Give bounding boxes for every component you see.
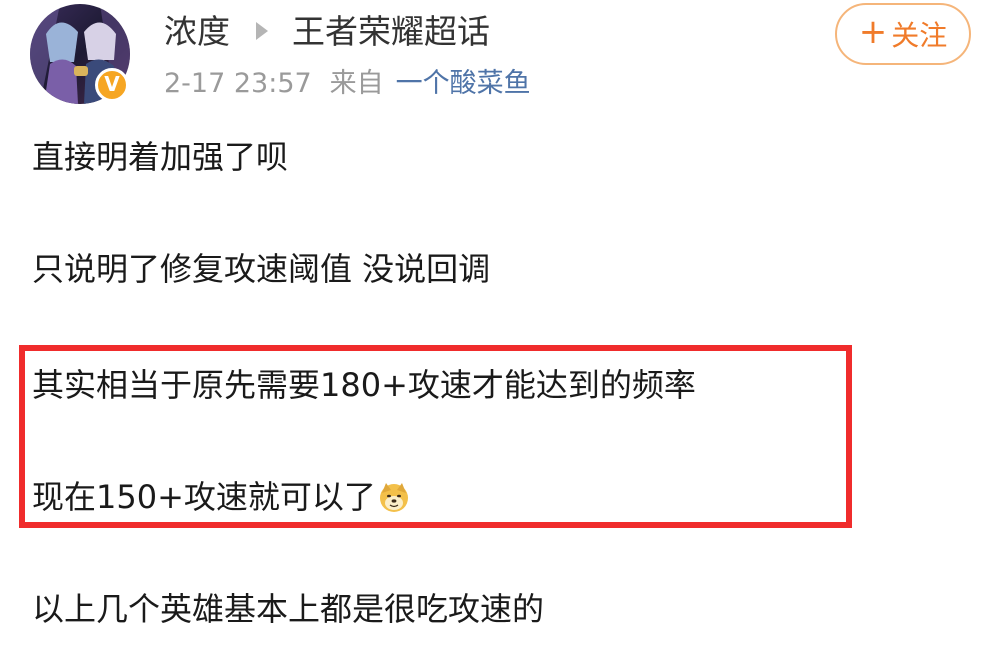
post-meta: 2-17 23:57 来自 一个酸菜鱼 (164, 64, 531, 104)
timestamp: 2-17 23:57 (164, 68, 312, 99)
post-text-line-5: 以上几个英雄基本上都是很吃攻速的 (32, 590, 545, 628)
post-text-line-1: 直接明着加强了呗 (32, 138, 289, 176)
plus-icon: + (858, 12, 888, 52)
post-header: V 浓度 王者荣耀超话 2-17 23:57 来自 一个酸菜鱼 + 关注 (0, 0, 1000, 120)
breadcrumb-arrow-icon (256, 22, 268, 40)
highlight-box (19, 345, 852, 528)
post-text-line-2: 只说明了修复攻速阈值 没说回调 (32, 250, 491, 288)
follow-label: 关注 (891, 19, 948, 52)
verified-badge-letter: V (104, 72, 120, 96)
verified-badge-icon: V (95, 68, 129, 102)
follow-button[interactable]: + 关注 (835, 3, 971, 65)
from-label: 来自 (329, 68, 384, 99)
topic-link[interactable]: 王者荣耀超话 (292, 8, 490, 56)
source-link[interactable]: 一个酸菜鱼 (396, 68, 531, 99)
user-name[interactable]: 浓度 (164, 8, 230, 56)
